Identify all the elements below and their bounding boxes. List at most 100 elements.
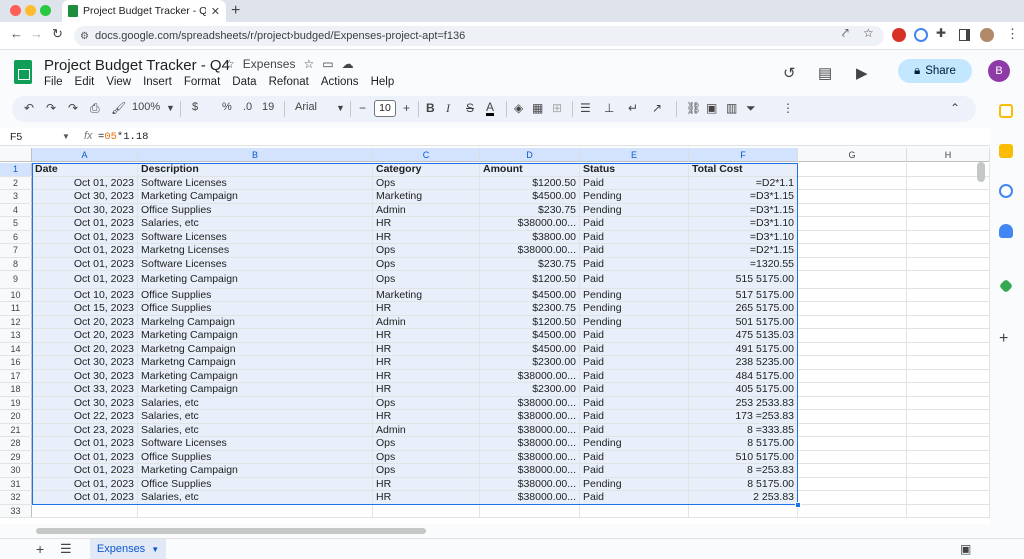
- sheet-tab-dropdown-icon[interactable]: ▼: [151, 545, 159, 554]
- cell-cat[interactable]: HR: [373, 383, 480, 396]
- name-box-dropdown-icon[interactable]: ▼: [62, 132, 70, 141]
- cell-desc[interactable]: Salaries, etc: [138, 217, 373, 230]
- cell-date[interactable]: Oct 30, 2023: [32, 396, 138, 409]
- row-header[interactable]: 20: [0, 410, 32, 423]
- cell-status[interactable]: Paid: [580, 383, 689, 396]
- menu-insert[interactable]: Insert: [143, 76, 172, 88]
- bold-button[interactable]: B: [426, 101, 435, 115]
- cell-status[interactable]: Paid: [580, 257, 689, 270]
- cell-cat[interactable]: Ops: [373, 257, 480, 270]
- cell-date[interactable]: Oct 01, 2023: [32, 217, 138, 230]
- fill-color-icon[interactable]: ◈: [514, 101, 523, 115]
- column-header-a[interactable]: A: [32, 148, 138, 162]
- cell-amt[interactable]: $38000.00...: [480, 437, 580, 450]
- row-header[interactable]: 18: [0, 383, 32, 396]
- cell-amt[interactable]: $38000.00...: [480, 244, 580, 257]
- cell[interactable]: [798, 396, 907, 409]
- column-header-g[interactable]: G: [798, 148, 907, 162]
- cell-total[interactable]: 8 =333.85: [689, 423, 798, 436]
- cell[interactable]: [907, 437, 990, 450]
- bookmark-star-icon[interactable]: ☆: [863, 26, 874, 40]
- cell[interactable]: [580, 504, 689, 517]
- cell-total[interactable]: =D3*1.15: [689, 203, 798, 216]
- chart-icon[interactable]: ▥: [726, 101, 737, 115]
- text-rotation-icon[interactable]: ↗: [652, 101, 662, 115]
- cell-cat[interactable]: Ops: [373, 176, 480, 189]
- cell-amt[interactable]: $38000.00...: [480, 450, 580, 463]
- merge-cells-icon[interactable]: ⊞: [552, 101, 562, 115]
- cell-amt[interactable]: $4500.00: [480, 190, 580, 203]
- cell-status[interactable]: Pending: [580, 190, 689, 203]
- cell[interactable]: [798, 315, 907, 328]
- cell-desc[interactable]: Marketng Campaign: [138, 356, 373, 369]
- cell-cat[interactable]: HR: [373, 217, 480, 230]
- cell-cat[interactable]: HR: [373, 302, 480, 315]
- paint-format-icon[interactable]: 🖌︎: [111, 101, 126, 115]
- cell[interactable]: [798, 288, 907, 301]
- row-header[interactable]: 8: [0, 257, 32, 270]
- more-toolbar-icon[interactable]: ⋮: [782, 101, 794, 115]
- cell-date[interactable]: Oct 01, 2023: [32, 176, 138, 189]
- cell[interactable]: [907, 477, 990, 490]
- row-header[interactable]: 28: [0, 437, 32, 450]
- cell[interactable]: [798, 356, 907, 369]
- cell-date[interactable]: Oct 20, 2023: [32, 342, 138, 355]
- cell-desc[interactable]: Software Licenses: [138, 230, 373, 243]
- cell-status[interactable]: Pending: [580, 302, 689, 315]
- cell[interactable]: [907, 423, 990, 436]
- cell-cat[interactable]: HR: [373, 230, 480, 243]
- cell-date[interactable]: Oct 01, 2023: [32, 437, 138, 450]
- cell-cat[interactable]: HR: [373, 329, 480, 342]
- cell[interactable]: [907, 342, 990, 355]
- cell-amt[interactable]: $3800.00: [480, 230, 580, 243]
- cell[interactable]: [798, 477, 907, 490]
- comments-icon[interactable]: ▤: [818, 64, 832, 82]
- cell-cat[interactable]: HR: [373, 410, 480, 423]
- cell-date[interactable]: Oct 15, 2023: [32, 302, 138, 315]
- cell-desc[interactable]: Office Supplies: [138, 450, 373, 463]
- cell-status[interactable]: Paid: [580, 217, 689, 230]
- cell-amt[interactable]: $2300.75: [480, 302, 580, 315]
- tab-close-icon[interactable]: ✕: [211, 5, 220, 18]
- cell-desc[interactable]: Markelng Campaign: [138, 315, 373, 328]
- cell-total[interactable]: 173 =253.83: [689, 410, 798, 423]
- font-size-input[interactable]: 10: [374, 100, 396, 117]
- font-family-select[interactable]: Arial: [295, 101, 317, 113]
- cell-date[interactable]: Oct 23, 2023: [32, 423, 138, 436]
- window-maximize-icon[interactable]: [40, 5, 51, 16]
- cell-amt[interactable]: $1200.50: [480, 315, 580, 328]
- cell-amt[interactable]: $4500.00: [480, 288, 580, 301]
- cell[interactable]: [907, 369, 990, 382]
- cell-total[interactable]: 8 5175.00: [689, 477, 798, 490]
- row-header[interactable]: 9: [0, 271, 32, 288]
- cell-date[interactable]: Oct 01, 2023: [32, 257, 138, 270]
- cell-desc[interactable]: Marketing Campaign: [138, 271, 373, 288]
- cell-amt[interactable]: $38000.00...: [480, 464, 580, 477]
- header-cell[interactable]: Description: [138, 163, 373, 176]
- column-header-h[interactable]: H: [907, 148, 990, 162]
- row-header[interactable]: 33: [0, 504, 32, 517]
- cell-desc[interactable]: Marketing Campaign: [138, 464, 373, 477]
- cell-amt[interactable]: $4500.00: [480, 342, 580, 355]
- cell[interactable]: [907, 302, 990, 315]
- cell[interactable]: [798, 504, 907, 517]
- move-folder-icon[interactable]: ▭: [322, 57, 333, 71]
- menu-edit[interactable]: Edit: [75, 76, 95, 88]
- cell-date[interactable]: Oct 01, 2023: [32, 477, 138, 490]
- cell-status[interactable]: Paid: [580, 491, 689, 504]
- strikethrough-button[interactable]: S: [466, 101, 474, 115]
- cell-total[interactable]: =D3*1.10: [689, 217, 798, 230]
- cell-date[interactable]: Oct 30, 2023: [32, 190, 138, 203]
- row-header[interactable]: 16: [0, 356, 32, 369]
- share-button[interactable]: 🔒︎ Share: [898, 59, 972, 83]
- cell-desc[interactable]: Office Supplies: [138, 288, 373, 301]
- cell-status[interactable]: Paid: [580, 329, 689, 342]
- print-icon[interactable]: ⎙: [90, 101, 100, 116]
- cell-date[interactable]: Oct 33, 2023: [32, 383, 138, 396]
- star-outline-icon[interactable]: ☆: [303, 57, 314, 71]
- cell-desc[interactable]: Marketing Campaign: [138, 329, 373, 342]
- cell[interactable]: [907, 271, 990, 288]
- cell[interactable]: [907, 288, 990, 301]
- row-header[interactable]: 4: [0, 203, 32, 216]
- cell[interactable]: [798, 176, 907, 189]
